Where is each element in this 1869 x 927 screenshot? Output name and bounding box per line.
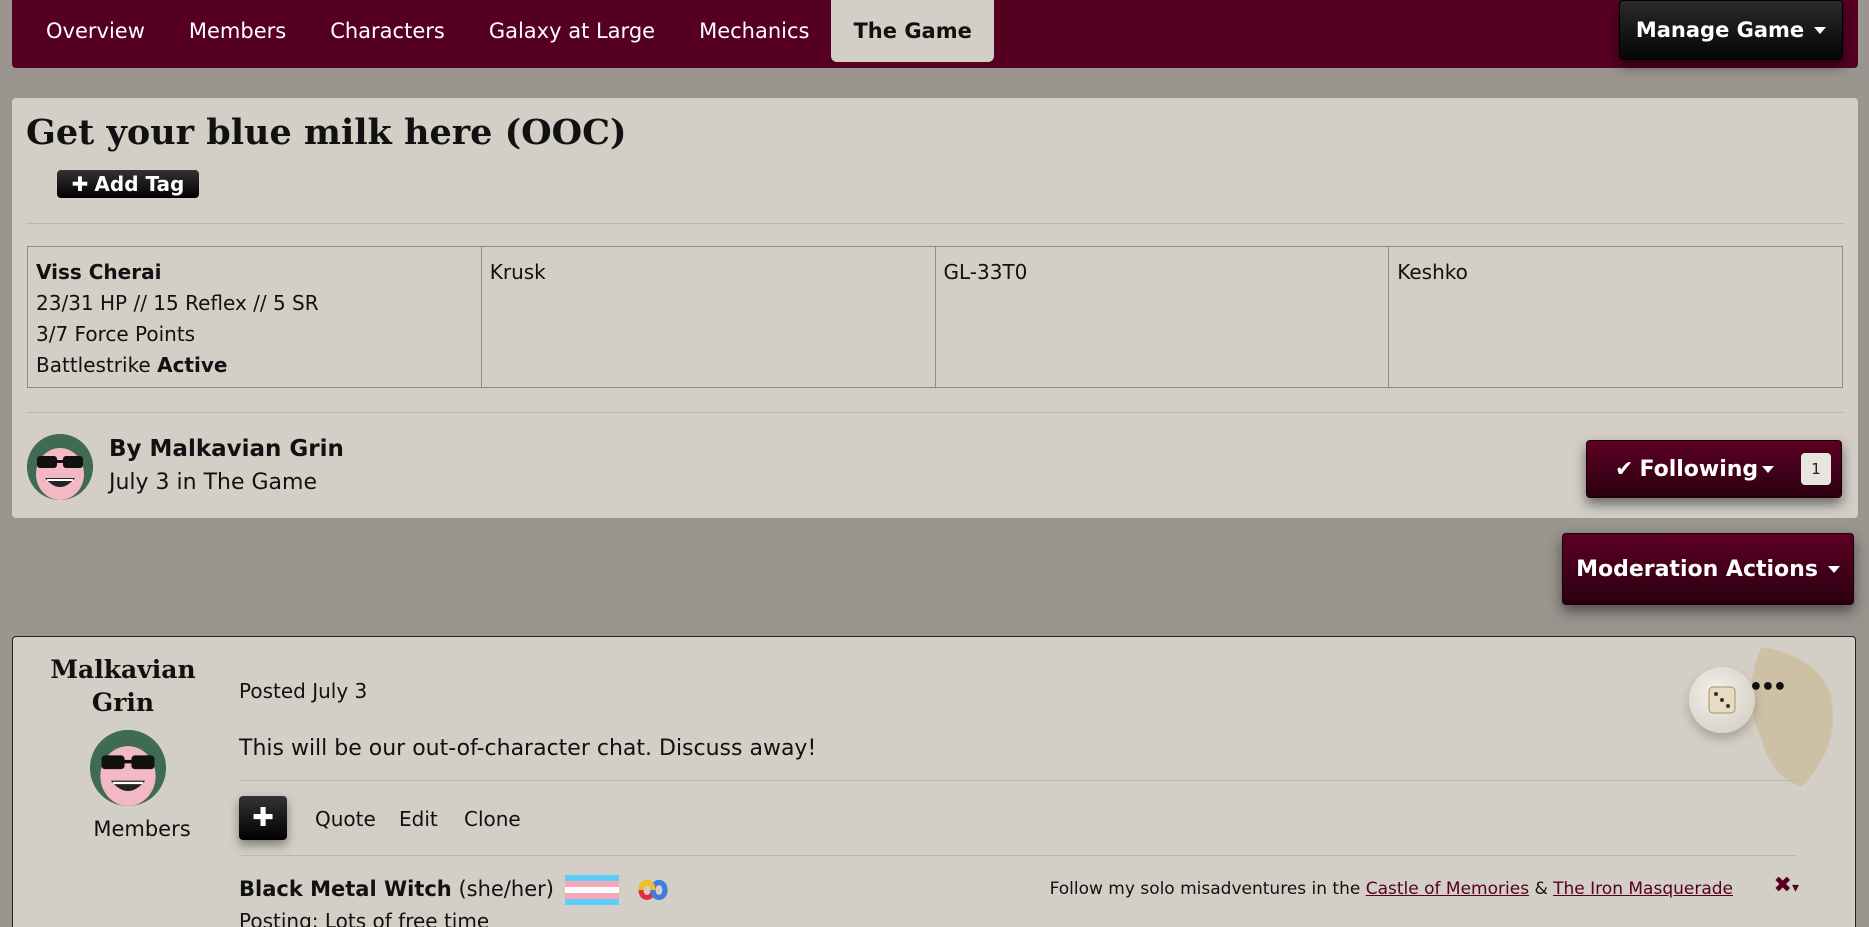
close-icon[interactable]: ✖▾	[1774, 873, 1799, 898]
divider	[26, 223, 1844, 224]
character-force: 3/7 Force Points	[36, 322, 196, 346]
topic-header-panel: Get your blue milk here (OOC) ✚ Add Tag …	[12, 98, 1858, 518]
tab-the-game[interactable]: The Game	[831, 0, 994, 62]
castle-of-memories-link[interactable]: Castle of Memories	[1366, 879, 1529, 899]
infinity-icon	[638, 880, 668, 900]
tab-overview[interactable]: Overview	[24, 0, 167, 62]
following-button[interactable]: ✔ Following 1	[1586, 440, 1842, 498]
caret-down-icon	[1827, 565, 1840, 573]
tab-members[interactable]: Members	[167, 0, 308, 62]
follower-count-badge: 1	[1801, 453, 1831, 485]
plus-icon[interactable]: ✚	[239, 796, 287, 840]
top-nav-bar: Overview Members Characters Galaxy at La…	[12, 0, 1858, 68]
character-status: Battlestrike Active	[36, 350, 473, 381]
manage-game-button[interactable]: Manage Game	[1619, 0, 1843, 60]
trans-flag-icon	[564, 875, 619, 905]
ellipsis-icon[interactable]: •••	[1749, 675, 1787, 700]
moderation-actions-label: Moderation Actions	[1576, 556, 1818, 582]
divider	[239, 780, 1797, 781]
avatar[interactable]	[90, 730, 166, 806]
post-body: This will be our out-of-character chat. …	[239, 736, 817, 761]
signature-follow-text: Follow my solo misadventures in the Cast…	[1050, 879, 1733, 899]
character-name: GL-33T0	[943, 260, 1028, 284]
following-label: Following	[1639, 456, 1759, 482]
tab-mechanics[interactable]: Mechanics	[677, 0, 831, 62]
posted-date[interactable]: Posted July 3	[239, 679, 367, 703]
divider	[26, 412, 1844, 413]
status-value: Active	[157, 353, 228, 377]
character-name: Viss Cherai	[36, 260, 162, 284]
tab-characters[interactable]: Characters	[308, 0, 467, 62]
poster-name[interactable]: Malkavian Grin	[33, 653, 213, 719]
character-cell: Keshko	[1389, 247, 1842, 387]
character-table: Viss Cherai 23/31 HP // 15 Reflex // 5 S…	[27, 246, 1843, 388]
character-name: Krusk	[489, 260, 546, 284]
status-prefix: Battlestrike	[36, 353, 158, 377]
author-date: July 3 in The Game	[109, 470, 318, 495]
check-icon: ✔	[1615, 456, 1634, 482]
signature-amp: &	[1529, 879, 1554, 899]
signature-line: Posting: Lots of free time	[239, 909, 490, 927]
moderation-actions-button[interactable]: Moderation Actions	[1562, 533, 1854, 605]
signature-pronouns: (she/her)	[451, 877, 554, 901]
divider	[239, 855, 1797, 856]
plus-icon: ✚	[71, 172, 89, 196]
signature-name: Black Metal Witch (she/her)	[239, 875, 679, 905]
post: Malkavian Grin Members Posted July 3 •••…	[12, 636, 1856, 927]
avatar[interactable]	[27, 434, 93, 500]
character-stats: 23/31 HP // 15 Reflex // 5 SR	[36, 291, 319, 315]
iron-masquerade-link[interactable]: The Iron Masquerade	[1553, 879, 1733, 899]
page-title: Get your blue milk here (OOC)	[26, 112, 627, 153]
poster-group: Members	[93, 817, 191, 841]
signature-follow-prefix: Follow my solo misadventures in the	[1049, 879, 1366, 899]
character-name: Keshko	[1397, 260, 1468, 284]
add-tag-label: Add Tag	[94, 172, 185, 196]
add-tag-button[interactable]: ✚ Add Tag	[57, 170, 199, 198]
character-cell: Krusk	[482, 247, 936, 387]
quote-button[interactable]: Quote	[315, 807, 376, 831]
character-cell: Viss Cherai 23/31 HP // 15 Reflex // 5 S…	[28, 247, 482, 387]
tab-galaxy-at-large[interactable]: Galaxy at Large	[467, 0, 677, 62]
nav-tabs: Overview Members Characters Galaxy at La…	[24, 0, 994, 62]
edit-button[interactable]: Edit	[399, 807, 438, 831]
character-cell: GL-33T0	[936, 247, 1390, 387]
author-name[interactable]: By Malkavian Grin	[109, 436, 344, 462]
manage-game-label: Manage Game	[1635, 18, 1805, 42]
caret-down-icon	[1762, 465, 1775, 473]
signature-name-bold: Black Metal Witch	[239, 877, 452, 901]
caret-down-icon	[1814, 26, 1827, 34]
dice-icon[interactable]	[1689, 667, 1755, 733]
clone-button[interactable]: Clone	[464, 807, 521, 831]
